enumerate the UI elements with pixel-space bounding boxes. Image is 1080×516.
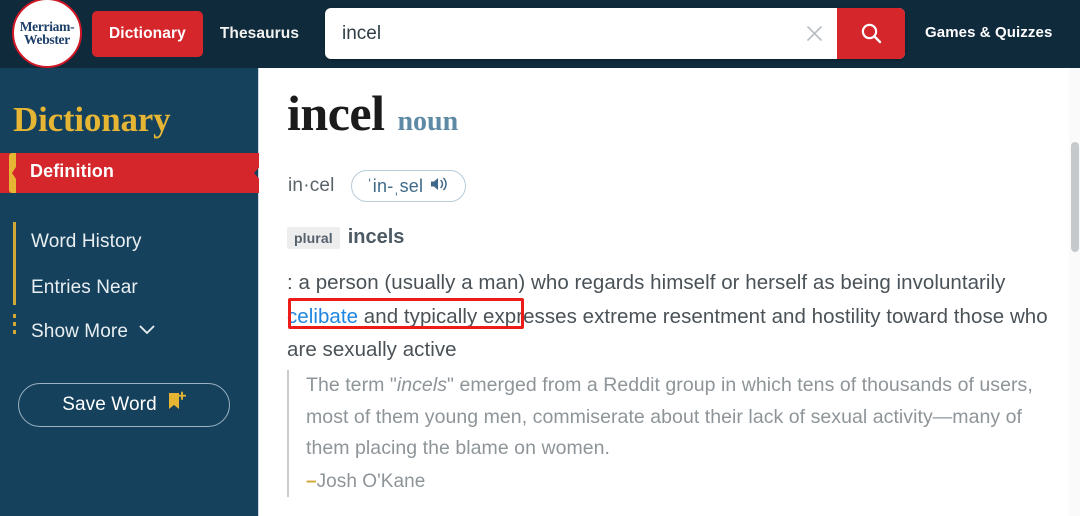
definition-after-link: and typically expresses extreme resentme… (287, 304, 1048, 362)
page-scrollbar-thumb[interactable] (1071, 142, 1079, 252)
pronunciation-text: ˈin-ˌsel (366, 175, 424, 196)
close-icon[interactable] (791, 8, 837, 59)
save-word-label: Save Word (62, 394, 157, 415)
attribution-name: Josh O'Kane (316, 470, 426, 492)
pronunciation-row: in·cel ˈin-ˌsel (288, 170, 467, 202)
page-title: incel (287, 85, 385, 141)
headword-row: incel noun (287, 88, 458, 138)
attribution-dash: – (306, 470, 317, 492)
site-header: Merriam- Webster Est. 1828 Dictionary Th… (0, 0, 1080, 82)
usage-quote: The term "incels" emerged from a Reddit … (287, 370, 1067, 497)
games-and-quizzes-link[interactable]: Games & Quizzes (925, 24, 1052, 41)
sidebar-item-show-more[interactable]: Show More (31, 321, 155, 343)
pronunciation-audio-button[interactable]: ˈin-ˌsel (350, 170, 467, 202)
search-bar (325, 8, 905, 59)
page-scrollbar-track[interactable] (1069, 68, 1080, 516)
celibate-link[interactable]: celibate (287, 305, 358, 328)
inflection-label: plural (287, 226, 340, 249)
save-word-button[interactable]: Save Word (18, 383, 230, 427)
tab-dictionary[interactable]: Dictionary (92, 11, 203, 57)
entry-main: incel noun in·cel ˈin-ˌsel plural incels (259, 68, 1069, 516)
tab-thesaurus[interactable]: Thesaurus (203, 11, 316, 57)
inflection-value: incels (347, 226, 405, 248)
logo-line-2: Webster (24, 32, 70, 47)
part-of-speech: noun (397, 106, 459, 137)
merriam-webster-page: Merriam- Webster Est. 1828 Dictionary Th… (0, 0, 1080, 516)
inflection-row: plural incels (287, 226, 404, 249)
sidebar-rail (13, 222, 16, 305)
sidebar-item-entries-near[interactable]: Entries Near (31, 277, 138, 299)
sidebar-item-show-more-label: Show More (31, 321, 128, 342)
quote-attribution: –Josh O'Kane (306, 466, 1067, 498)
header-tabs: Dictionary Thesaurus (92, 11, 316, 57)
definition-text: : a person (usually a man) who regards h… (287, 266, 1059, 367)
sidebar-rail-dotted (13, 314, 16, 336)
sidebar-title: Dictionary (13, 100, 171, 139)
chevron-down-icon (139, 319, 155, 341)
quote-part-1: The term " (306, 374, 397, 396)
search-submit-button[interactable] (837, 8, 905, 59)
sidebar-item-definition-label: Definition (30, 161, 114, 181)
quote-italic-term: incels (396, 374, 448, 396)
logo-line-1: Merriam- (19, 18, 75, 34)
entry-sidebar: Dictionary Definition Word History Entri… (0, 68, 272, 516)
sidebar-item-word-history[interactable]: Word History (31, 231, 142, 253)
definition-before-link: a person (usually a man) who regards him… (298, 271, 1006, 294)
search-input[interactable] (325, 8, 791, 59)
logo-circle: Merriam- Webster (12, 0, 82, 68)
search-icon (861, 23, 881, 44)
definition-colon: : (287, 271, 293, 294)
speaker-icon (430, 176, 450, 197)
bookmark-plus-icon (166, 391, 186, 419)
syllabification: in·cel (288, 175, 335, 196)
